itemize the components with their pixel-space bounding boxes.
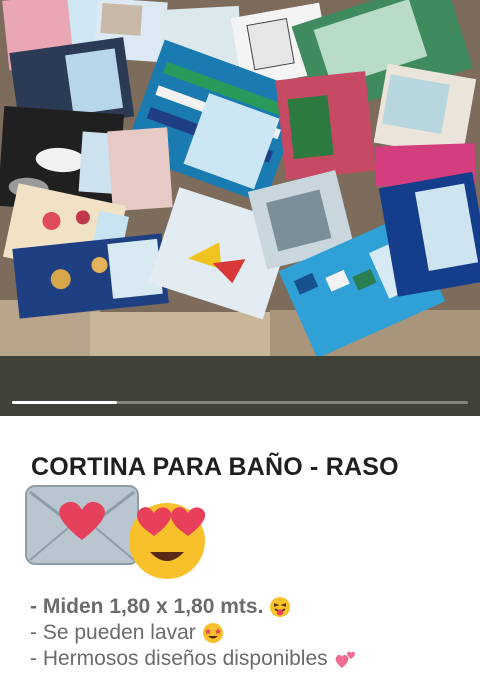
size-text: - Miden 1,80 x 1,80 mts.	[30, 595, 264, 618]
bottom-fade	[0, 678, 480, 696]
designs-text: - Hermosos diseños disponibles	[30, 647, 328, 670]
curtains-photo	[0, 0, 480, 356]
post-title: CORTINA PARA BAÑO - RASO	[31, 453, 399, 481]
post-content: CORTINA PARA BAÑO - RASO - Miden 1,80 x …	[0, 416, 480, 696]
tongue-wink-icon	[270, 597, 291, 617]
washable-text: - Se pueden lavar	[30, 621, 196, 644]
size-line: - Miden 1,80 x 1,80 mts.	[30, 594, 470, 620]
post-description: - Miden 1,80 x 1,80 mts. - Se pueden lav…	[30, 594, 470, 672]
carousel-strip	[0, 356, 480, 416]
carousel-progress-fill	[12, 401, 117, 404]
heart-eyes-icon	[129, 503, 206, 579]
two-hearts-icon	[335, 651, 355, 668]
designs-line: - Hermosos diseños disponibles	[30, 646, 470, 672]
washable-line: - Se pueden lavar	[30, 620, 470, 646]
curtains-photo-art	[0, 0, 480, 356]
product-photo-carousel[interactable]	[0, 0, 480, 416]
star-struck-icon	[202, 623, 223, 643]
title-emoji-row	[24, 482, 224, 586]
carousel-progress-track[interactable]	[12, 401, 468, 404]
